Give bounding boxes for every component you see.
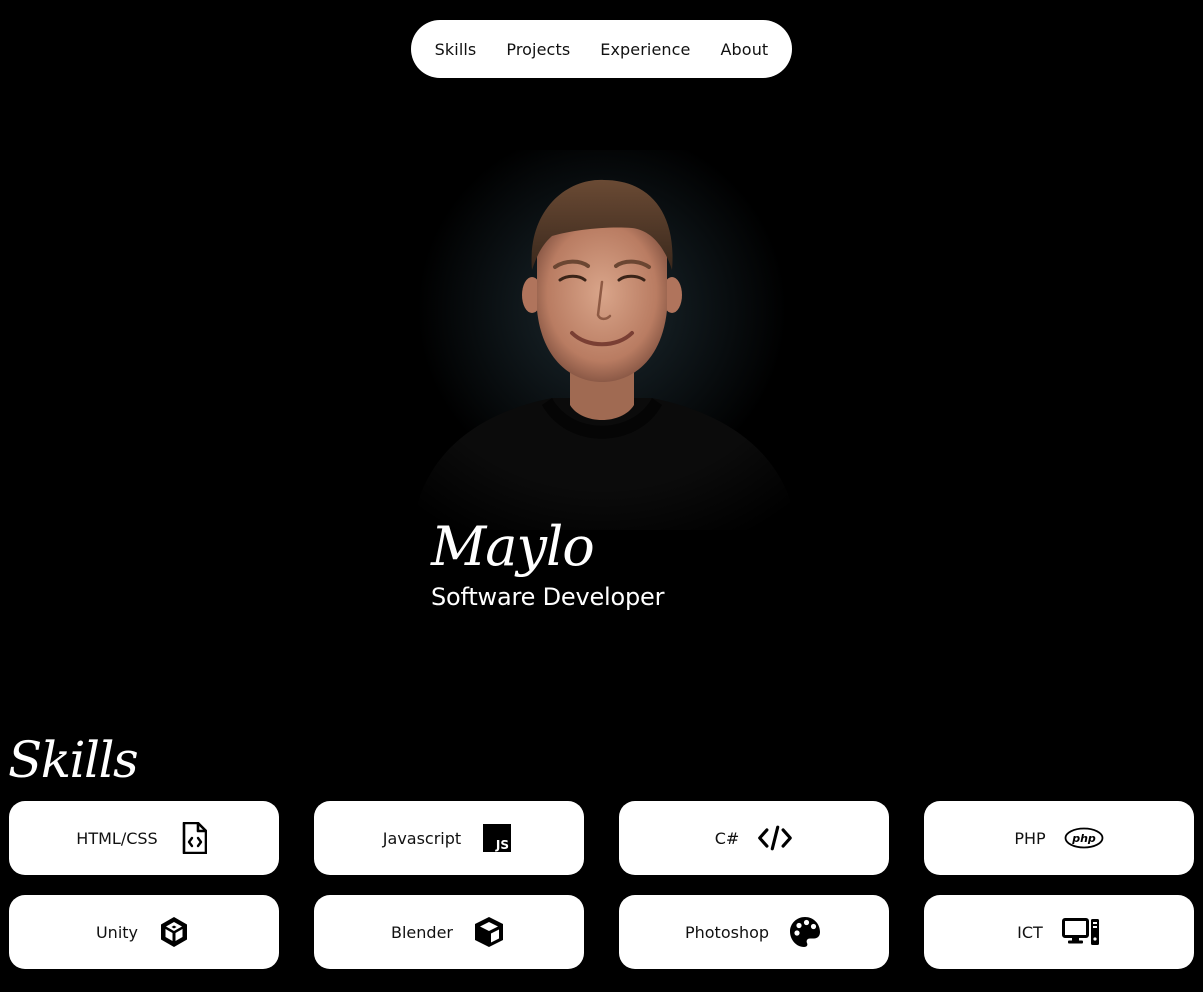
profile-photo — [392, 150, 812, 530]
portrait-illustration — [392, 150, 812, 530]
skill-card-photoshop[interactable]: Photoshop — [619, 895, 889, 969]
skill-card-csharp[interactable]: C# — [619, 801, 889, 875]
skill-label: Javascript — [382, 828, 462, 848]
skill-label: ICT — [1017, 922, 1043, 942]
skill-card-ict[interactable]: ICT — [924, 895, 1194, 969]
svg-text:php: php — [1071, 832, 1096, 845]
skill-card-unity[interactable]: Unity — [9, 895, 279, 969]
skill-label: Unity — [95, 922, 139, 942]
skill-card-javascript[interactable]: Javascript JS — [314, 801, 584, 875]
unity-icon — [156, 914, 192, 950]
computer-icon — [1061, 914, 1101, 950]
nav-item-skills[interactable]: Skills — [435, 40, 477, 59]
nav-item-about[interactable]: About — [721, 40, 769, 59]
skills-heading: Skills — [8, 731, 139, 789]
cube-icon — [471, 914, 507, 950]
skill-label: PHP — [1014, 828, 1046, 848]
javascript-icon: JS — [479, 820, 515, 856]
skills-grid: HTML/CSS Javascript JS C# PHP php Unity … — [9, 801, 1195, 969]
hero-name: Maylo — [431, 515, 595, 578]
skill-card-html-css[interactable]: HTML/CSS — [9, 801, 279, 875]
svg-text:JS: JS — [495, 838, 509, 852]
file-code-icon — [176, 820, 212, 856]
top-nav: Skills Projects Experience About — [411, 20, 792, 78]
code-icon — [757, 820, 793, 856]
skill-label: C# — [714, 828, 740, 848]
palette-icon — [787, 914, 823, 950]
skill-card-blender[interactable]: Blender — [314, 895, 584, 969]
php-icon: php — [1064, 820, 1104, 856]
page: Skills Projects Experience About Maylo S… — [0, 0, 1203, 992]
skill-label: Photoshop — [684, 922, 770, 942]
skill-card-php[interactable]: PHP php — [924, 801, 1194, 875]
hero-role: Software Developer — [431, 583, 665, 611]
skill-label: HTML/CSS — [76, 828, 158, 848]
skill-label: Blender — [391, 922, 453, 942]
nav-item-projects[interactable]: Projects — [506, 40, 570, 59]
nav-item-experience[interactable]: Experience — [600, 40, 690, 59]
